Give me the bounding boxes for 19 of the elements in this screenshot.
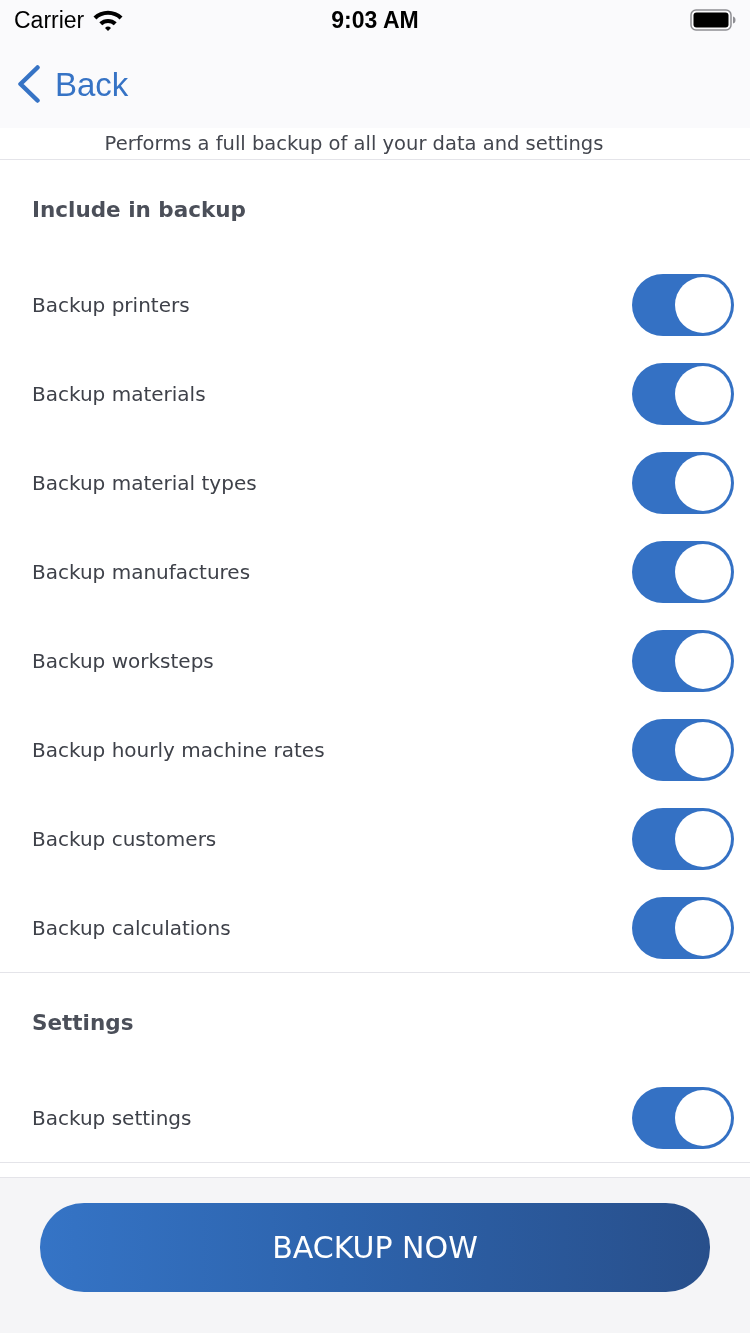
section-heading: Include in backup: [32, 199, 246, 221]
setting-label: Backup manufactures: [32, 561, 251, 582]
setting-label: Backup material types: [32, 472, 257, 493]
section-heading: Settings: [32, 1012, 134, 1034]
clock-time: 9:03 AM: [331, 5, 419, 35]
backup-now-button[interactable]: BACKUP NOW: [40, 1203, 710, 1292]
carrier-name: Carrier: [14, 8, 85, 32]
back-button[interactable]: Back: [17, 65, 129, 103]
setting-label: Backup customers: [32, 828, 217, 849]
setting-label: Backup calculations: [32, 917, 231, 938]
battery-icon: [690, 9, 736, 31]
setting-label: Backup worksteps: [32, 650, 214, 671]
wifi-icon: [92, 9, 125, 31]
setting-label: Backup hourly machine rates: [32, 739, 325, 760]
setting-label: Backup printers: [32, 294, 190, 315]
chevron-left-icon: [17, 65, 41, 103]
setting-label: Backup settings: [32, 1107, 192, 1128]
setting-label: Backup materials: [32, 383, 206, 404]
description-text: Performs a full backup of all your data and settings: [104, 133, 604, 154]
